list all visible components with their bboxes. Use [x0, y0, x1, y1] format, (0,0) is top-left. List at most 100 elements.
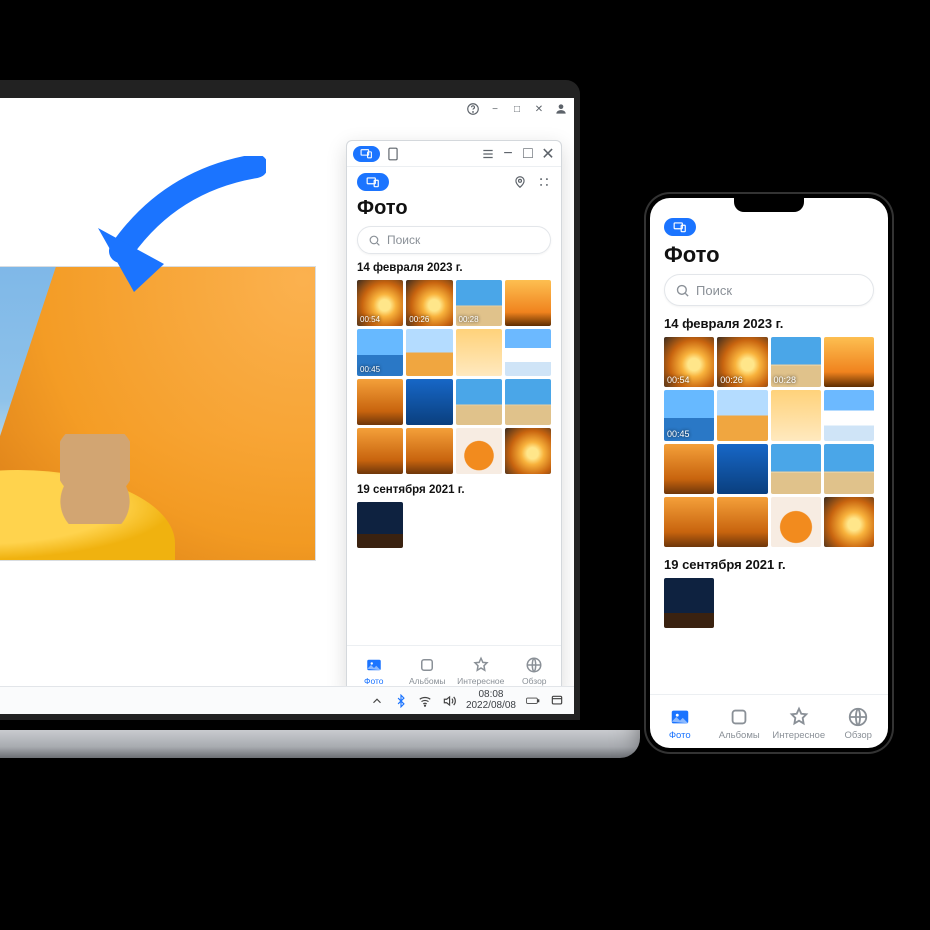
- tab-label: Интересное: [772, 730, 825, 741]
- photo-thumbnail[interactable]: 00:45: [664, 390, 714, 440]
- photo-thumbnail[interactable]: [664, 444, 714, 494]
- video-duration: 00:54: [667, 375, 690, 385]
- tab-label: Фото: [669, 730, 691, 741]
- tab-photos[interactable]: Фото: [347, 656, 401, 686]
- tab-albums[interactable]: Альбомы: [710, 706, 770, 741]
- section-heading: 19 сентября 2021 г.: [664, 557, 874, 572]
- close-icon[interactable]: ✕: [541, 147, 555, 161]
- search-input[interactable]: Поиск: [664, 274, 874, 306]
- photo-thumbnail[interactable]: [505, 329, 551, 375]
- multiscreen-chip-icon[interactable]: [664, 218, 696, 236]
- photo-thumbnail[interactable]: [771, 444, 821, 494]
- mirror-titlebar: − □ ✕: [347, 141, 561, 167]
- help-icon[interactable]: [466, 102, 480, 116]
- phone-content[interactable]: 14 февраля 2023 г.00:5400:2600:2800:4519…: [650, 312, 888, 694]
- photo-thumbnail[interactable]: [406, 428, 452, 474]
- phone-notch: [734, 198, 804, 212]
- thumbnail-grid: [357, 502, 551, 548]
- taskbar-clock[interactable]: 08:08 2022/08/08: [466, 690, 516, 711]
- globe-icon: [525, 656, 543, 674]
- albums-icon: [728, 706, 750, 728]
- section-heading: 14 февраля 2023 г.: [357, 262, 551, 274]
- photo-thumbnail[interactable]: [664, 497, 714, 547]
- maximize-icon[interactable]: □: [510, 102, 524, 116]
- photo-thumbnail[interactable]: 00:54: [664, 337, 714, 387]
- close-icon[interactable]: ✕: [532, 102, 546, 116]
- multiscreen-indicator-icon[interactable]: [353, 146, 380, 162]
- tab-photos[interactable]: Фото: [650, 706, 710, 741]
- volume-icon[interactable]: [442, 694, 456, 708]
- photos-icon: [669, 706, 691, 728]
- mirror-content[interactable]: 14 февраля 2023 г.00:5400:2600:2800:4519…: [347, 258, 561, 645]
- tab-label: Альбомы: [409, 676, 446, 686]
- notifications-icon[interactable]: [550, 694, 564, 708]
- tabbar: Фото Альбомы Интересное Обзор: [347, 645, 561, 691]
- photo-thumbnail[interactable]: [717, 497, 767, 547]
- photo-thumbnail[interactable]: [456, 379, 502, 425]
- tab-label: Альбомы: [719, 730, 760, 741]
- tab-browse[interactable]: Обзор: [508, 656, 562, 686]
- tab-albums[interactable]: Альбомы: [401, 656, 455, 686]
- photo-thumbnail[interactable]: [824, 337, 874, 387]
- tab-highlights[interactable]: Интересное: [454, 656, 508, 686]
- photo-thumbnail[interactable]: 00:26: [717, 337, 767, 387]
- minimize-icon[interactable]: −: [501, 147, 515, 161]
- photo-thumbnail[interactable]: 00:28: [456, 280, 502, 326]
- device-icon[interactable]: [386, 147, 400, 161]
- photo-thumbnail[interactable]: 00:54: [357, 280, 403, 326]
- wifi-icon[interactable]: [418, 694, 432, 708]
- photo-thumbnail[interactable]: [406, 379, 452, 425]
- video-duration: 00:28: [459, 315, 479, 324]
- taskbar[interactable]: 08:08 2022/08/08: [0, 686, 574, 714]
- grid-icon[interactable]: [537, 175, 551, 189]
- minimize-icon[interactable]: −: [488, 102, 502, 116]
- desktop[interactable]: − □ ✕: [0, 98, 574, 714]
- star-icon: [472, 656, 490, 674]
- photo-thumbnail[interactable]: [664, 578, 714, 628]
- photo-thumbnail[interactable]: 00:28: [771, 337, 821, 387]
- photo-thumbnail[interactable]: [406, 329, 452, 375]
- photo-thumbnail[interactable]: [505, 428, 551, 474]
- photo-thumbnail[interactable]: [824, 444, 874, 494]
- photo-thumbnail[interactable]: [456, 428, 502, 474]
- video-duration: 00:26: [409, 315, 429, 324]
- tab-highlights[interactable]: Интересное: [769, 706, 829, 741]
- menu-icon[interactable]: [481, 147, 495, 161]
- tab-browse[interactable]: Обзор: [829, 706, 889, 741]
- drag-arrow-icon: [86, 156, 266, 306]
- photo-thumbnail[interactable]: [357, 502, 403, 548]
- photo-illustration-bear: [60, 434, 130, 524]
- map-pin-icon[interactable]: [513, 175, 527, 189]
- search-placeholder: Поиск: [387, 233, 420, 247]
- photo-thumbnail[interactable]: [824, 390, 874, 440]
- battery-icon[interactable]: [526, 694, 540, 708]
- maximize-icon[interactable]: □: [521, 147, 535, 161]
- desktop-window-controls: − □ ✕: [466, 102, 568, 116]
- photo-thumbnail[interactable]: 00:45: [357, 329, 403, 375]
- dropped-photo[interactable]: [0, 266, 316, 561]
- video-duration: 00:45: [667, 429, 690, 439]
- bluetooth-icon[interactable]: [394, 694, 408, 708]
- chevron-up-icon[interactable]: [370, 694, 384, 708]
- photo-thumbnail[interactable]: [771, 497, 821, 547]
- laptop-device: − □ ✕: [0, 80, 580, 740]
- search-input[interactable]: Поиск: [357, 226, 551, 254]
- albums-icon: [418, 656, 436, 674]
- user-icon[interactable]: [554, 102, 568, 116]
- photo-thumbnail[interactable]: [357, 379, 403, 425]
- photo-thumbnail[interactable]: [717, 390, 767, 440]
- photo-thumbnail[interactable]: [824, 497, 874, 547]
- multiscreen-chip-icon[interactable]: [357, 173, 389, 191]
- phone-mirror-panel[interactable]: − □ ✕ Фото: [346, 140, 562, 692]
- search-placeholder: Поиск: [696, 283, 732, 298]
- photo-thumbnail[interactable]: [456, 329, 502, 375]
- laptop-screen: − □ ✕: [0, 80, 580, 720]
- photo-thumbnail[interactable]: [505, 379, 551, 425]
- photo-thumbnail[interactable]: [357, 428, 403, 474]
- photo-thumbnail[interactable]: [771, 390, 821, 440]
- phone-screen[interactable]: Фото Поиск 14 февраля 2023 г.00:5400:260…: [650, 198, 888, 748]
- photo-thumbnail[interactable]: 00:26: [406, 280, 452, 326]
- star-icon: [788, 706, 810, 728]
- photo-thumbnail[interactable]: [717, 444, 767, 494]
- photo-thumbnail[interactable]: [505, 280, 551, 326]
